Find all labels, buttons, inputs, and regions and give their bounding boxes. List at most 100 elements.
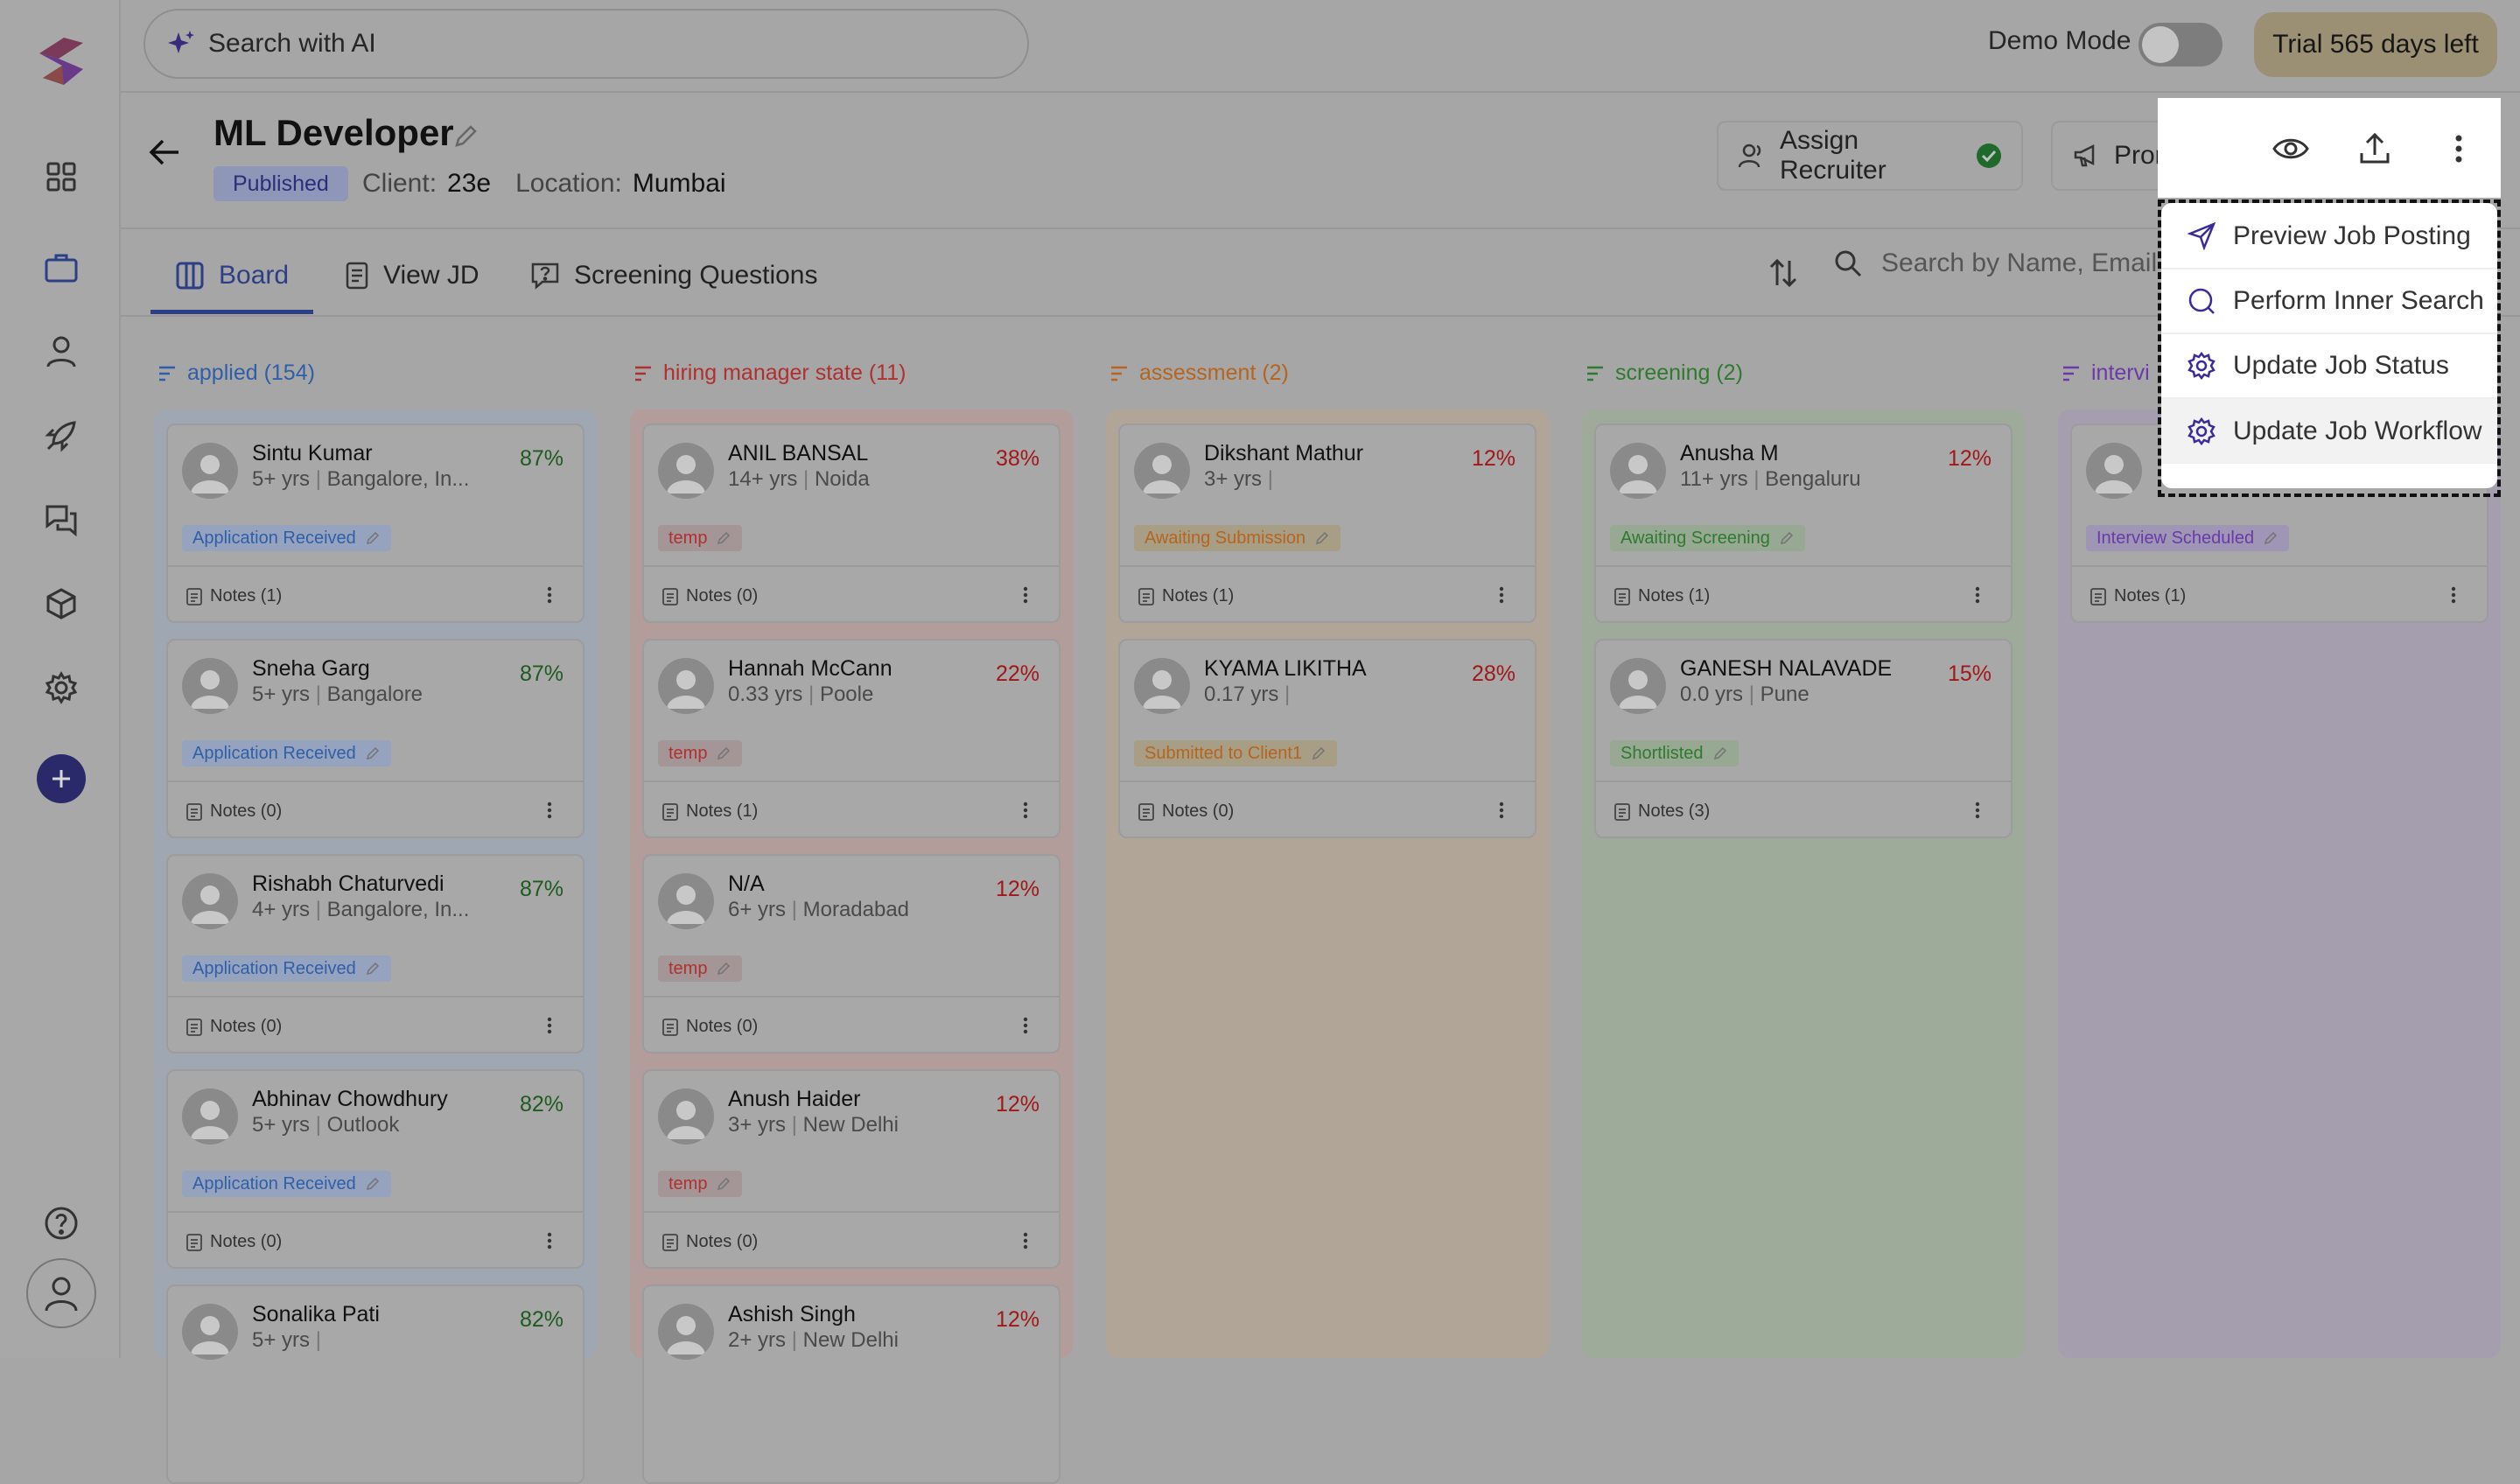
trial-badge[interactable]: Trial 565 days left [2254,12,2497,77]
tab-board[interactable]: Board [175,245,289,306]
card-divider [1596,780,2011,782]
card-more-icon[interactable] [541,1227,558,1255]
candidate-card[interactable]: KYAMA LIKITHA 0.17 yrs | 28% Submitted to … [1118,639,1536,838]
candidate-card[interactable]: N/A 6+ yrs | Moradabad 12% temp Notes (0) [642,854,1060,1054]
share-upload-icon[interactable] [2350,124,2399,173]
candidate-location: Moradabad [802,898,910,921]
candidate-status-tag[interactable]: Interview Scheduled [2086,525,2290,551]
candidate-status-tag[interactable]: Awaiting Submission [1134,525,1341,551]
candidate-experience: 14+ yrs [728,467,798,491]
column-menu-icon [634,365,653,382]
column-title[interactable]: intervi [2062,360,2150,386]
column-title[interactable]: screening (2) [1586,360,1743,386]
card-more-icon[interactable] [1017,581,1034,609]
profile-avatar[interactable] [26,1258,96,1328]
candidate-status-tag[interactable]: Application Received [182,740,391,766]
notes-link[interactable]: Notes (3) [1614,802,1710,822]
edit-title-pencil-icon[interactable] [452,122,480,150]
candidate-status-tag[interactable]: temp [658,956,743,982]
notes-link[interactable]: Notes (0) [662,1232,758,1252]
assign-recruiter-button[interactable]: Assign Recruiter [1717,121,2023,191]
jobs-briefcase-icon[interactable] [38,245,84,290]
back-arrow-icon[interactable] [147,136,182,168]
card-more-icon[interactable] [1493,796,1510,824]
card-more-icon[interactable] [541,1012,558,1040]
notes-link[interactable]: Notes (0) [662,1017,758,1037]
card-more-icon[interactable] [2445,581,2462,609]
notes-link[interactable]: Notes (1) [662,802,758,822]
card-more-icon[interactable] [541,796,558,824]
menu-item-update-job-workflow[interactable]: Update Job Workflow [2161,399,2497,464]
tab-view-jd[interactable]: View JD [345,245,479,306]
candidate-status-tag[interactable]: Awaiting Screening [1610,525,1805,551]
sort-icon[interactable] [1768,257,1799,289]
column-title[interactable]: applied (154) [158,360,315,386]
candidate-status-tag[interactable]: Application Received [182,1171,391,1197]
notes-link[interactable]: Notes (1) [186,586,282,606]
candidate-card[interactable]: ANIL BANSAL 14+ yrs | Noida 38% temp Notes (… [642,424,1060,623]
pencil-icon [716,961,732,976]
notes-link[interactable]: Notes (0) [1138,802,1234,822]
notes-link[interactable]: Notes (0) [186,1232,282,1252]
ai-search-input[interactable]: Search with AI [144,9,1029,79]
notes-link[interactable]: Notes (0) [186,1017,282,1037]
notes-link[interactable]: Notes (0) [662,586,758,606]
candidate-status-tag[interactable]: Shortlisted [1610,740,1739,766]
card-more-icon[interactable] [1017,1012,1034,1040]
more-vertical-icon[interactable] [2434,124,2483,173]
candidate-status-tag[interactable]: Application Received [182,956,391,982]
settings-gear-icon[interactable] [38,665,84,710]
candidate-status-tag[interactable]: temp [658,740,743,766]
eye-preview-icon[interactable] [2266,124,2315,173]
candidate-card[interactable]: Anush Haider 3+ yrs | New Delhi 12% temp Not… [642,1069,1060,1269]
kanban-column: Dikshant Mathur 3+ yrs | 12% Awaiting Subm… [1106,410,1549,1358]
candidate-avatar [658,1304,714,1360]
candidates-user-icon[interactable] [38,329,84,374]
menu-item-update-job-status[interactable]: Update Job Status [2161,334,2497,399]
card-divider [644,996,1059,998]
candidate-status-tag[interactable]: temp [658,525,743,551]
rocket-icon[interactable] [38,413,84,458]
card-more-icon[interactable] [1969,796,1986,824]
card-more-icon[interactable] [1017,1227,1034,1255]
messages-icon[interactable] [38,497,84,542]
card-more-icon[interactable] [1969,581,1986,609]
demo-mode-toggle[interactable] [2138,23,2222,66]
card-more-icon[interactable] [541,581,558,609]
candidate-card[interactable]: Sintu Kumar 5+ yrs | Bangalore, In... 87% A… [166,424,584,623]
candidate-status-tag[interactable]: temp [658,1171,743,1197]
app-logo[interactable] [30,30,93,93]
menu-item-perform-inner-search[interactable]: Perform Inner Search [2161,270,2497,334]
candidate-card[interactable]: Ashish Singh 2+ yrs | New Delhi 12% [642,1284,1060,1484]
candidate-card[interactable]: Abhinav Chowdhury 5+ yrs | Outlook 82% Appl… [166,1069,584,1269]
menu-item-label: Preview Job Posting [2233,221,2471,250]
document-icon [345,262,369,290]
candidate-card[interactable]: Sneha Garg 5+ yrs | Bangalore 87% Applicati… [166,639,584,838]
notes-link[interactable]: Notes (1) [1614,586,1710,606]
candidate-card[interactable]: Anusha M 11+ yrs | Bengaluru 12% Awaiting S… [1594,424,2012,623]
menu-item-preview-job-posting[interactable]: Preview Job Posting [2161,205,2497,270]
candidate-card[interactable]: Dikshant Mathur 3+ yrs | 12% Awaiting Subm… [1118,424,1536,623]
column-title[interactable]: hiring manager state (11) [634,360,906,386]
candidate-status-tag[interactable]: Submitted to Client1 [1134,740,1338,766]
candidate-card[interactable]: Hannah McCann 0.33 yrs | Poole 22% temp Note… [642,639,1060,838]
card-more-icon[interactable] [1017,796,1034,824]
pencil-icon [716,1176,732,1192]
candidate-status-tag[interactable]: Application Received [182,525,391,551]
note-icon [186,1233,203,1252]
column-menu-icon [1110,365,1129,382]
candidate-search-input[interactable]: Search by Name, Email o [1834,248,2179,278]
candidate-card[interactable]: Sonalika Pati 5+ yrs | 82% [166,1284,584,1484]
add-button[interactable] [37,754,86,803]
notes-link[interactable]: Notes (1) [1138,586,1234,606]
help-icon[interactable] [38,1200,84,1246]
notes-link[interactable]: Notes (0) [186,802,282,822]
card-more-icon[interactable] [1493,581,1510,609]
cube-icon[interactable] [38,581,84,626]
dashboard-icon[interactable] [38,154,84,200]
notes-link[interactable]: Notes (1) [2090,586,2186,606]
column-title[interactable]: assessment (2) [1110,360,1289,386]
candidate-card[interactable]: GANESH NALAVADE 0.0 yrs | Pune 15% Shortlis… [1594,639,2012,838]
candidate-card[interactable]: Rishabh Chaturvedi 4+ yrs | Bangalore, In… [166,854,584,1054]
tab-screening-questions[interactable]: Screening Questions [530,245,818,306]
